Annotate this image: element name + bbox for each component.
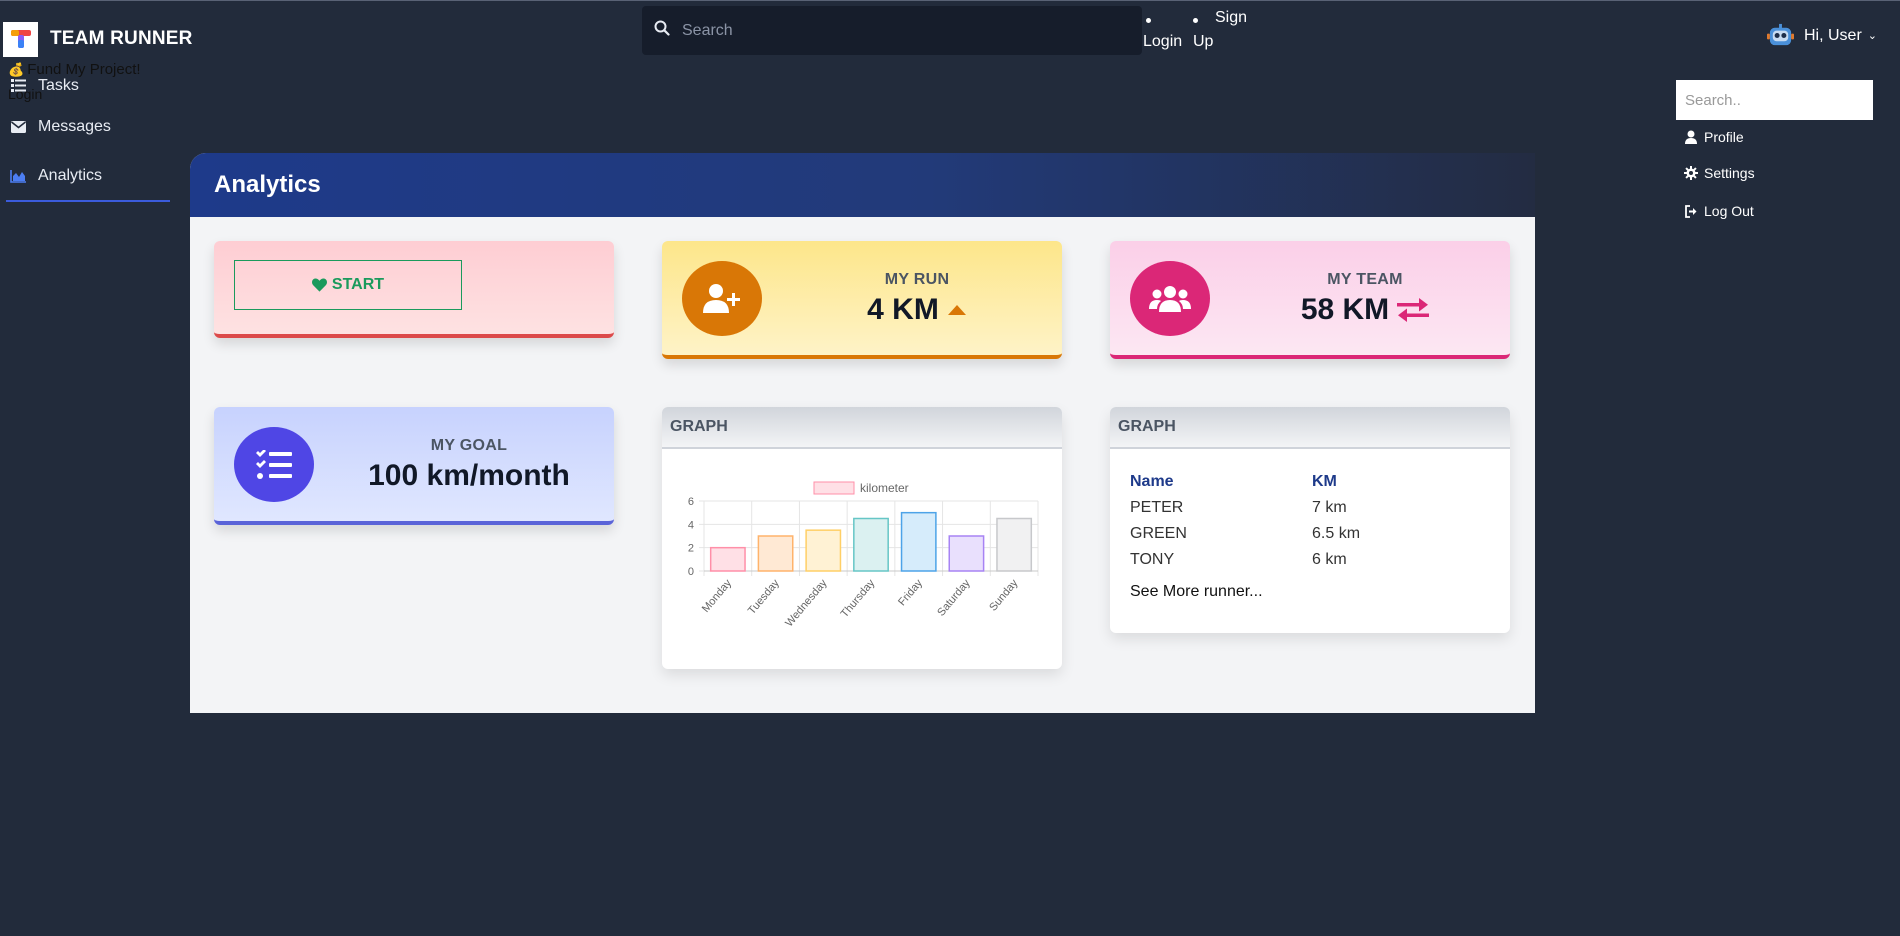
bar [853,517,889,572]
stat-value: 4 KM [867,293,939,326]
y-tick-label: 0 [688,566,694,578]
legend-label: kilometer [860,481,909,495]
menu-item-logout[interactable]: Log Out [1684,203,1754,219]
table-row: GREEN 6.5 km [1130,521,1490,547]
stat-value: 58 KM [1300,293,1390,326]
runner-km: 7 km [1312,499,1347,516]
users-icon [1130,261,1210,336]
menu-item-label: Settings [1704,165,1755,181]
tasks-icon [234,427,314,502]
bar [757,535,794,572]
bar [996,517,1033,572]
table-row: PETER 7 km [1130,495,1490,521]
runner-name: TONY [1130,551,1175,568]
stat-label: MY GOAL [430,437,508,454]
runner-km: 6.5 km [1312,525,1361,542]
x-tick-label: Wednesday [783,577,830,629]
robot-avatar-icon [1767,23,1794,46]
runners-table: Name KM PETER 7 km GREEN 6.5 km TONY 6 k… [1130,469,1490,573]
menu-item-label: Profile [1704,129,1744,145]
graph-chart-card: GRAPH kilometer 0 2 4 6 Monday Tuesday Wednesda… [662,407,1062,669]
sidebar-item-label: Analytics [38,167,103,184]
runner-km: 6 km [1312,551,1347,568]
my-goal-card: MY GOAL 100 km/month [214,407,614,525]
x-tick-label: Tuesday [746,577,782,617]
bar [805,529,842,572]
start-button-label: START [331,276,385,293]
sidebar-item-messages[interactable]: Messages [6,102,170,152]
bullet [1193,18,1198,23]
sign-out-icon [1684,204,1698,218]
x-tick-label: Thursday [839,577,878,620]
exchange-arrows-icon [1397,298,1430,322]
user-icon [1684,130,1698,144]
stat-label: MY TEAM [1327,271,1403,288]
user-plus-icon [682,261,762,336]
sidebar-nav: Tasks Messages Analytics [6,70,170,202]
column-header-km: KM [1312,473,1337,490]
x-tick-label: Saturday [935,577,973,619]
column-header-name: Name [1130,473,1174,490]
y-tick-label: 4 [688,519,694,531]
heart-icon [311,278,327,292]
user-menu-toggle[interactable]: Hi, User ⌄ [1767,22,1877,49]
gear-icon [1684,166,1698,180]
x-tick-label: Monday [700,577,735,615]
brand-name: TEAM RUNNER [50,28,193,49]
see-more-runners-link[interactable]: See More runner... [1130,583,1263,601]
search-icon [654,20,670,41]
start-button[interactable]: START [234,260,462,310]
signup-link-line1[interactable]: Sign [1215,9,1247,27]
sidebar-item-label: Messages [38,118,111,135]
sidebar-item-label: Tasks [38,77,79,94]
graph-table-card: GRAPH Name KM PETER 7 km GREEN 6.5 km TO… [1110,407,1510,633]
x-tick-label: Friday [896,577,925,609]
bar [709,546,746,572]
start-card: START [214,241,614,338]
signup-link-line2[interactable]: Up [1193,33,1213,51]
panel-header: Analytics [190,153,1535,217]
table-header-row: Name KM [1130,469,1490,495]
legend-swatch [813,481,855,495]
top-search-bar[interactable] [642,6,1142,55]
page-title: Analytics [214,171,321,198]
user-greeting: Hi, User [1804,26,1862,44]
menu-item-profile[interactable]: Profile [1684,129,1744,145]
envelope-icon [10,119,26,135]
brand[interactable]: TEAM RUNNER [3,21,193,57]
list-icon [10,77,26,93]
bar-chart: kilometer 0 2 4 6 Monday Tuesday Wednesday Thurs… [688,481,1039,629]
bar [900,511,937,572]
app-logo [3,21,38,57]
analytics-panel: Analytics START MY RUN 4 KM MY TEAM 58 K [190,153,1535,713]
bar [948,535,985,572]
menu-item-label: Log Out [1704,203,1754,219]
my-team-card: MY TEAM 58 KM [1110,241,1510,359]
window-top-border [0,0,1900,1]
chevron-down-icon: ⌄ [1867,30,1877,42]
sidebar-item-tasks[interactable]: Tasks [6,70,170,102]
chart-area-icon [10,168,26,184]
table-row: TONY 6 km [1130,547,1490,573]
card-title: GRAPH [662,407,1062,449]
my-run-card: MY RUN 4 KM [662,241,1062,359]
card-title: GRAPH [1110,407,1510,449]
stat-label: MY RUN [884,271,950,288]
stat-value: 100 km/month [368,459,570,492]
search-input[interactable] [682,21,1102,40]
menu-item-settings[interactable]: Settings [1684,165,1755,181]
user-menu-search-input[interactable] [1676,80,1873,120]
sidebar-item-analytics[interactable]: Analytics [6,152,170,202]
y-tick-label: 6 [688,496,694,508]
runner-name: GREEN [1130,525,1187,542]
y-tick-label: 2 [688,543,694,555]
x-tick-label: Sunday [987,577,1020,614]
bullet [1146,18,1151,23]
caret-up-icon [947,305,966,315]
runner-name: PETER [1130,499,1184,516]
login-link[interactable]: Login [1143,33,1182,51]
